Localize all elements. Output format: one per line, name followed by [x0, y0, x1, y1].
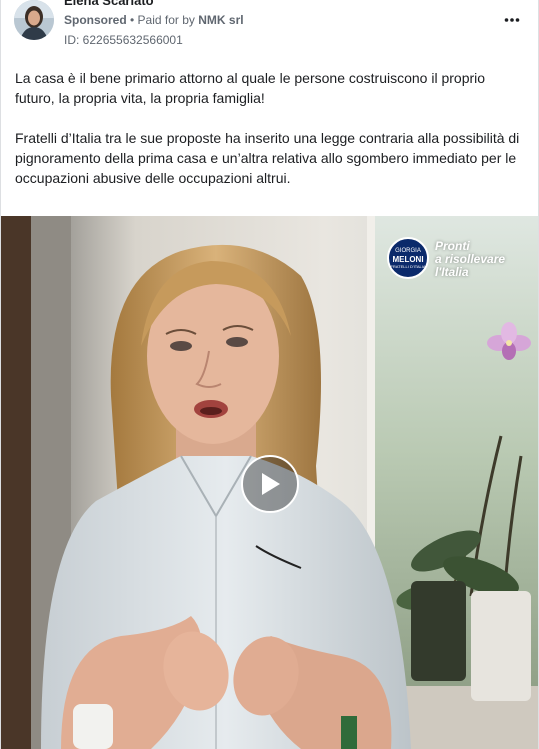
ad-id: ID: 622655632566001	[64, 33, 183, 47]
video-player[interactable]: GIORGIA MELONI FRATELLI D'ITALIA Pronti …	[1, 216, 538, 749]
sponsored-label: Sponsored	[64, 13, 127, 27]
party-logo: GIORGIA MELONI FRATELLI D'ITALIA	[387, 237, 429, 279]
logo-line-1: GIORGIA	[395, 247, 421, 254]
logo-line-3: FRATELLI D'ITALIA	[390, 263, 426, 269]
meta-separator: •	[126, 13, 138, 27]
play-button[interactable]	[241, 455, 299, 513]
more-options-button[interactable]	[498, 6, 526, 34]
author-name[interactable]: Elena Scariato	[64, 0, 154, 8]
message-paragraph-1: La casa è il bene primario attorno al qu…	[15, 70, 486, 106]
message-paragraph-2: Fratelli d’Italia tra le sue proposte ha…	[15, 130, 520, 186]
post-header: Elena Scariato Sponsored • Paid for by N…	[1, 0, 538, 56]
slogan-line-3: l'Italia	[435, 265, 469, 279]
paid-for-label: Paid for by	[137, 13, 199, 27]
play-icon	[262, 473, 280, 495]
ad-card: Elena Scariato Sponsored • Paid for by N…	[0, 0, 539, 749]
post-message: La casa è il bene primario attorno al qu…	[15, 68, 525, 222]
logo-line-2: MELONI	[392, 254, 424, 264]
video-slogan: Pronti a risollevare l'Italia	[435, 240, 505, 279]
sponsored-line: Sponsored • Paid for by NMK srl	[64, 13, 244, 27]
author-avatar[interactable]	[14, 0, 54, 40]
payer-name[interactable]: NMK srl	[198, 13, 243, 27]
more-horizontal-icon	[504, 18, 520, 22]
